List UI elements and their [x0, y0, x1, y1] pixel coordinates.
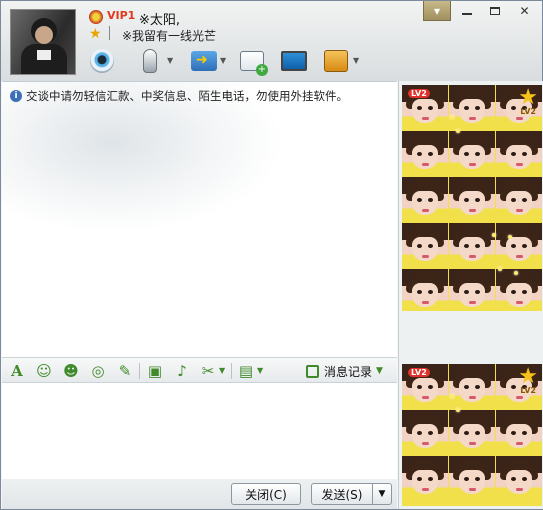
contact-avatar[interactable]: [10, 9, 76, 75]
separator: [231, 363, 232, 379]
minimize-button[interactable]: [453, 1, 480, 21]
chevron-down-icon: ▾: [433, 3, 441, 18]
ad-level-badge: LV2: [408, 89, 430, 98]
contact-name: ※太阳,: [139, 13, 181, 28]
ad-level-badge: LV2: [408, 368, 430, 377]
remote-assistance-button[interactable]: [279, 45, 309, 77]
scribble-icon[interactable]: ✎: [116, 362, 134, 380]
maximize-button[interactable]: [481, 1, 508, 21]
app-box-icon: [324, 50, 348, 72]
chat-window: VIP1 ※太阳, ★ ※我留有一线光芒 ▼ ▼: [0, 0, 543, 510]
shake-icon[interactable]: ◎: [89, 362, 107, 380]
ad-banner-bottom[interactable]: LV2 ★ LV2: [402, 364, 542, 506]
voice-call-button[interactable]: [135, 45, 165, 77]
microphone-icon: [143, 49, 157, 73]
level-star-icon[interactable]: ★: [89, 27, 104, 42]
close-button[interactable]: 关闭(C): [231, 483, 301, 505]
vip-icon[interactable]: [89, 10, 103, 24]
action-bar: 关闭(C) 发送(S) ▼: [2, 479, 397, 509]
message-history-area[interactable]: i 交谈中请勿轻信汇款、中奖信息、陌生电话，勿使用外挂软件。: [2, 81, 397, 357]
message-input[interactable]: [2, 383, 397, 479]
separator: [139, 363, 140, 379]
chat-header: VIP1 ※太阳, ★ ※我留有一线光芒 ▼ ▼: [1, 1, 542, 81]
send-button[interactable]: 发送(S): [311, 483, 373, 505]
screenshot-menu-arrow-icon[interactable]: ▼: [219, 367, 227, 375]
message-history-button[interactable]: 消息记录 ▼: [306, 362, 383, 380]
history-icon: [306, 364, 319, 378]
voice-call-menu-arrow-icon[interactable]: ▼: [167, 57, 175, 65]
image-icon[interactable]: ▣: [146, 362, 164, 380]
minimize-icon: [461, 13, 472, 15]
screenshot-icon[interactable]: ✂: [199, 362, 217, 380]
create-discussion-button[interactable]: [237, 45, 268, 77]
security-notice-text: 交谈中请勿轻信汇款、中奖信息、陌生电话，勿使用外挂软件。: [26, 89, 348, 103]
chevron-down-icon: ▼: [376, 366, 383, 376]
ad-level-label: LV2: [520, 386, 536, 395]
ad-sidebar: LV2 ★ LV2 LV2 ★ LV2: [398, 81, 543, 509]
info-icon: i: [10, 90, 22, 102]
monitor-icon: [281, 51, 307, 71]
font-icon[interactable]: A: [8, 362, 26, 380]
send-file-button[interactable]: [189, 45, 219, 77]
folder-send-icon: [191, 51, 217, 71]
video-call-button[interactable]: [87, 45, 117, 77]
security-notice: i 交谈中请勿轻信汇款、中奖信息、陌生电话，勿使用外挂软件。: [10, 88, 348, 104]
star-icon: ★: [518, 85, 538, 110]
message-history-label: 消息记录: [324, 364, 373, 379]
separator: [109, 26, 110, 40]
music-icon[interactable]: ♪: [173, 362, 191, 380]
emoji-icon[interactable]: ☺: [35, 362, 53, 380]
send-options-button[interactable]: ▼: [372, 483, 392, 505]
chevron-down-icon: ▼: [378, 489, 386, 499]
magic-emoji-icon[interactable]: ☻: [62, 362, 80, 380]
apps-menu-arrow-icon[interactable]: ▼: [353, 57, 361, 65]
close-window-button[interactable]: ✕: [511, 1, 538, 21]
ad-banner-top[interactable]: LV2 ★ LV2: [402, 85, 542, 311]
maximize-icon: [489, 7, 500, 15]
message-add-icon: [240, 51, 268, 76]
send-file-menu-arrow-icon[interactable]: ▼: [220, 57, 228, 65]
apps-button[interactable]: [321, 45, 351, 77]
ad-level-label: LV2: [520, 107, 536, 116]
format-toolbar: A ☺ ☻ ◎ ✎ ▣ ♪ ✂ ▼ ▤ ▼ 消息记录 ▼: [2, 357, 397, 383]
vip-badge[interactable]: VIP1: [105, 9, 137, 24]
toolbox-icon[interactable]: ▤: [237, 362, 255, 380]
close-icon: ✕: [519, 4, 530, 18]
webcam-icon: [90, 49, 114, 73]
star-icon: ★: [518, 364, 538, 389]
skin-button[interactable]: ▾: [423, 1, 451, 21]
contact-signature: ※我留有一线光芒: [122, 29, 217, 43]
toolbox-menu-arrow-icon[interactable]: ▼: [257, 367, 265, 375]
